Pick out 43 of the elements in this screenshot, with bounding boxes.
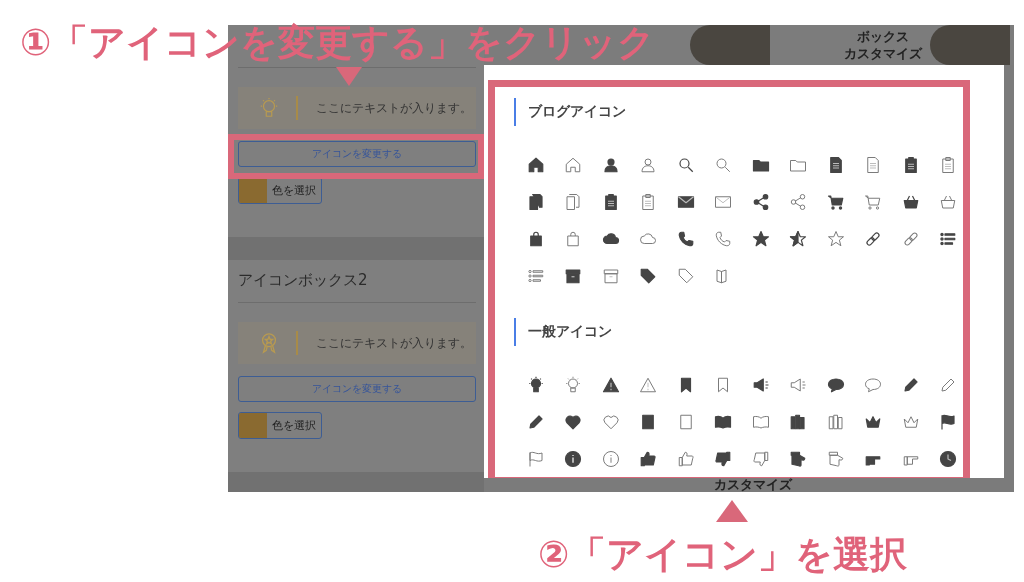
speech-bubble-icon[interactable] [826, 375, 845, 394]
thumbs-down-icon[interactable] [714, 449, 733, 468]
light-bulb-icon[interactable] [526, 375, 545, 394]
cart-icon[interactable] [826, 192, 845, 211]
thumbnail-caption: カスタマイズ [714, 478, 792, 492]
flag-icon[interactable] [939, 412, 958, 431]
person-icon[interactable] [601, 155, 620, 174]
section-title: 一般アイコン [528, 323, 612, 341]
down-triangle-icon [336, 67, 362, 86]
link-icon[interactable] [901, 229, 920, 248]
house-icon[interactable] [526, 155, 545, 174]
books-icon[interactable] [826, 412, 845, 431]
clock-icon[interactable] [939, 449, 958, 468]
thumbs-down-icon[interactable] [751, 449, 770, 468]
step-annotation: ②「アイコン」を選択 [538, 532, 908, 578]
color-picker-button[interactable]: 色を選択 [238, 412, 322, 439]
megaphone-icon[interactable] [751, 375, 770, 394]
search-icon[interactable] [714, 155, 733, 174]
tag-icon[interactable] [639, 266, 658, 285]
archive-box-icon[interactable] [564, 266, 583, 285]
section-title: ブログアイコン [528, 103, 626, 121]
half-star-icon[interactable] [789, 229, 808, 248]
search-icon[interactable] [676, 155, 695, 174]
block-title: アイコンボックス2 [238, 271, 368, 289]
documents-icon[interactable] [526, 192, 545, 211]
star-icon[interactable] [826, 229, 845, 248]
up-triangle-icon [716, 500, 748, 522]
share-icon[interactable] [751, 192, 770, 211]
phone-icon[interactable] [676, 229, 695, 248]
light-bulb-icon [258, 97, 280, 119]
books-icon[interactable] [789, 412, 808, 431]
color-picker-button[interactable]: 色を選択 [238, 177, 322, 204]
documents-icon[interactable] [564, 192, 583, 211]
info-icon[interactable] [564, 449, 583, 468]
thumbs-up-icon[interactable] [639, 449, 658, 468]
link-icon[interactable] [864, 229, 883, 248]
thumbnail-caption: ボックス カスタマイズ [844, 28, 922, 62]
preview-text: ここにテキストが入ります。 [316, 334, 472, 352]
warning-icon[interactable] [601, 375, 620, 394]
tag-icon[interactable] [676, 266, 695, 285]
thumbs-up-icon[interactable] [676, 449, 695, 468]
preview-text: ここにテキストが入ります。 [316, 99, 472, 117]
star-icon[interactable] [751, 229, 770, 248]
